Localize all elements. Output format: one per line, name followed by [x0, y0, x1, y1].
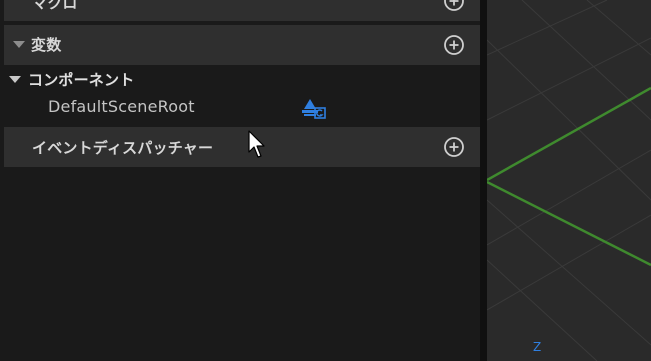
axis-z-label: Z [533, 340, 542, 354]
component-item-label: DefaultSceneRoot [48, 97, 195, 116]
section-variables-label: 変数 [31, 36, 62, 54]
section-event-dispatchers[interactable]: イベントディスパッチャー [4, 127, 480, 167]
viewport[interactable]: Z [487, 0, 651, 361]
add-variable-icon[interactable] [443, 34, 465, 56]
triangle-down-icon[interactable] [9, 76, 21, 83]
component-item-default-scene-root[interactable]: DefaultSceneRoot [4, 92, 480, 124]
section-macros[interactable]: マクロ [4, 0, 480, 21]
section-variables[interactable]: 変数 [4, 25, 480, 65]
mouse-pointer-icon [248, 130, 265, 158]
add-event-dispatcher-icon[interactable] [443, 136, 465, 158]
panel-empty-area[interactable] [4, 168, 480, 361]
section-macros-label: マクロ [32, 0, 78, 12]
scene-component-icon [302, 99, 326, 119]
add-macro-icon[interactable] [443, 0, 465, 12]
section-components-label: コンポーネント [28, 71, 135, 89]
my-blueprint-panel: マクロ 変数 コンポーネント DefaultSceneRoot イベントディスパ… [0, 0, 480, 361]
viewport-grid [487, 0, 651, 361]
section-components[interactable]: コンポーネント [4, 66, 480, 92]
panel-splitter[interactable] [480, 0, 487, 361]
blueprint-editor: マクロ 変数 コンポーネント DefaultSceneRoot イベントディスパ… [0, 0, 651, 361]
section-event-dispatchers-label: イベントディスパッチャー [32, 139, 214, 157]
triangle-down-icon[interactable] [13, 41, 25, 48]
